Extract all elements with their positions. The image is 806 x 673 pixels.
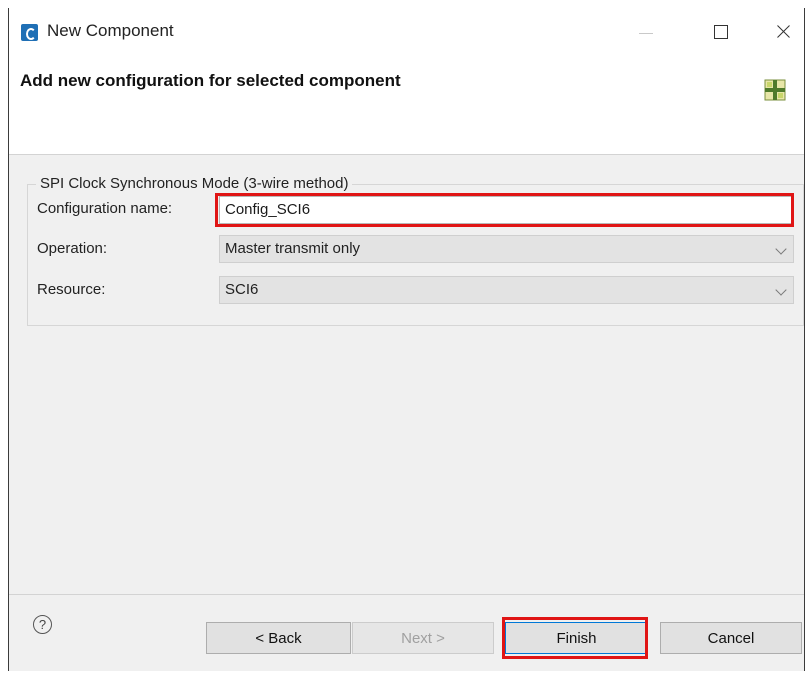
wizard-header: Add new configuration for selected compo…: [9, 54, 804, 154]
resource-label: Resource:: [37, 281, 106, 298]
window-title: New Component: [47, 21, 174, 40]
dialog-window: New Component Add new configuration for …: [8, 8, 805, 671]
maximize-button[interactable]: [699, 16, 743, 48]
close-button[interactable]: [761, 16, 805, 48]
config-name-field[interactable]: Config_SCI6: [219, 196, 794, 224]
button-bar: ? < Back Next > Finish Cancel: [9, 595, 804, 671]
help-icon[interactable]: ?: [33, 615, 52, 634]
resource-select[interactable]: SCI6: [219, 276, 794, 304]
page-title: Add new configuration for selected compo…: [20, 71, 401, 90]
finish-button[interactable]: Finish: [505, 622, 648, 654]
content-area: SPI Clock Synchronous Mode (3-wire metho…: [9, 155, 804, 594]
chevron-down-icon: [775, 284, 787, 296]
operation-select[interactable]: Master transmit only: [219, 235, 794, 263]
config-name-label: Configuration name:: [37, 200, 173, 217]
title-bar[interactable]: New Component: [9, 8, 804, 54]
next-button[interactable]: Next >: [352, 622, 494, 654]
wizard-icon: [764, 79, 786, 101]
group-title: SPI Clock Synchronous Mode (3-wire metho…: [36, 175, 353, 192]
back-button[interactable]: < Back: [206, 622, 351, 654]
minimize-button[interactable]: [623, 16, 667, 48]
app-icon: [21, 24, 38, 41]
operation-label: Operation:: [37, 240, 108, 257]
cancel-button[interactable]: Cancel: [660, 622, 802, 654]
chevron-down-icon: [775, 243, 787, 255]
operation-value: Master transmit only: [225, 240, 361, 257]
resource-value: SCI6: [225, 281, 259, 298]
